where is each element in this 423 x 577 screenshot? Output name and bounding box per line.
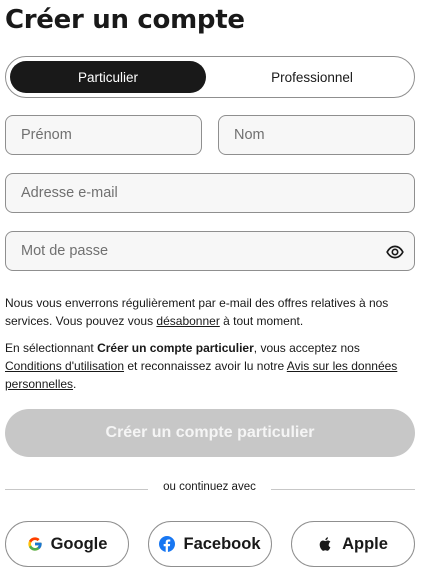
password-field	[5, 231, 415, 271]
terms-text-middle1: , vous acceptez nos	[253, 341, 360, 355]
toggle-professionnel[interactable]: Professionnel	[214, 61, 410, 93]
terms-text-before: En sélectionnant	[5, 341, 98, 355]
toggle-particulier[interactable]: Particulier	[10, 61, 206, 93]
divider-line-right	[271, 489, 415, 490]
first-name-field	[5, 115, 202, 155]
first-name-input[interactable]	[6, 116, 201, 154]
divider-line-left	[5, 489, 148, 490]
marketing-notice: Nous vous enverrons régulièrement par e-…	[5, 294, 413, 330]
facebook-signin-button[interactable]: Facebook	[148, 521, 272, 567]
marketing-text-after: à tout moment.	[219, 314, 304, 328]
google-signin-button[interactable]: Google	[5, 521, 129, 567]
last-name-input[interactable]	[219, 116, 414, 154]
terms-notice: En sélectionnant Créer un compte particu…	[5, 339, 413, 393]
terms-text-end: .	[73, 377, 77, 391]
apple-signin-button[interactable]: Apple	[291, 521, 415, 567]
apple-icon	[318, 536, 334, 552]
email-input[interactable]	[6, 174, 414, 212]
facebook-icon	[159, 536, 176, 552]
account-type-toggle: Particulier Professionnel	[5, 56, 415, 98]
password-input[interactable]	[6, 232, 414, 270]
facebook-label: Facebook	[183, 534, 261, 553]
or-continue-divider: ou continuez avec	[5, 480, 415, 498]
google-icon	[27, 536, 43, 552]
eye-icon[interactable]	[386, 243, 404, 261]
email-field	[5, 173, 415, 213]
terms-text-middle2: et reconnaissez avoir lu notre	[124, 359, 287, 373]
create-account-button[interactable]: Créer un compte particulier	[5, 409, 415, 457]
terms-of-use-link[interactable]: Conditions d'utilisation	[5, 359, 124, 373]
last-name-field	[218, 115, 415, 155]
terms-bold-text: Créer un compte particulier	[97, 341, 254, 355]
unsubscribe-link[interactable]: désabonner	[156, 314, 219, 328]
page-title: Créer un compte	[5, 5, 245, 35]
divider-label: ou continuez avec	[163, 481, 256, 493]
apple-label: Apple	[342, 534, 388, 553]
google-label: Google	[50, 534, 108, 553]
